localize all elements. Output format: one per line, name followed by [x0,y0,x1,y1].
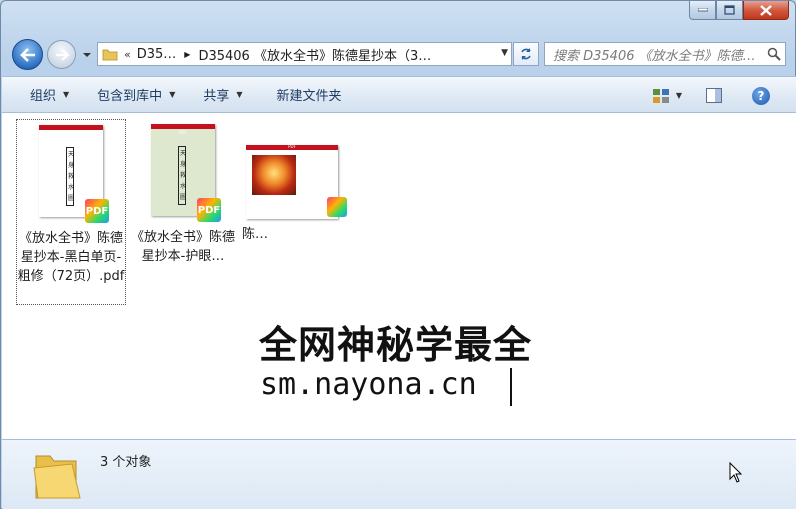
preview-pane-icon[interactable] [706,88,722,103]
folder-icon [102,49,118,61]
arrow-right-icon [55,48,69,61]
pdf-icon: PDF [85,199,109,223]
view-controls: ▼ ? [652,77,796,114]
pdf-thumbnail-label: PDF [67,131,75,136]
include-in-library-label: 包含到库中 [97,89,163,104]
details-pane: 3 个对象 [2,439,796,509]
file-name: 《放水全书》陈德星抄本-护眼… [130,230,235,264]
mouse-cursor-icon [729,462,743,483]
maximize-button[interactable] [716,1,743,20]
address-dropdown-icon[interactable]: ▼ [501,48,508,58]
breadcrumb-parent[interactable]: D35… [137,47,177,62]
refresh-button[interactable] [513,42,539,66]
share-label: 共享 [203,89,230,104]
file-list[interactable]: PDF 天 身 救 水 圖 PDF 《放水全书》陈德星抄本-黑白单页-粗修（72… [2,113,796,439]
new-folder-button[interactable]: 新建文件夹 [277,85,342,104]
chevron-down-icon: ▼ [63,90,70,99]
caption-buttons [689,1,789,20]
address-bar[interactable]: « D35… ▶ D35406 《放水全书》陈德星抄本（3… ▼ [97,42,512,66]
thumbnail-text: 天 身 救 水 圖 [178,146,186,205]
explorer-window: « D35… ▶ D35406 《放水全书》陈德星抄本（3… ▼ 搜索 D354… [0,0,796,509]
share-menu[interactable]: 共享 ▼ [203,85,242,104]
organize-label: 组织 [30,89,57,104]
file-name: 陈… [242,227,269,242]
view-dropdown-icon[interactable]: ▼ [676,91,682,100]
search-input[interactable]: 搜索 D35406 《放水全书》陈德… [544,42,786,66]
chevron-down-icon: ▼ [236,90,243,99]
arrow-left-icon [19,47,35,62]
close-button[interactable] [743,1,789,20]
watermark-title: 全网神秘学最全 [259,323,533,367]
cover-artwork [252,155,296,195]
recent-pages-button[interactable] [82,48,92,60]
item-count: 3 个对象 [100,455,152,470]
file-item[interactable]: PDF 天 身 救 水 圖 PDF 《放水全书》陈德星抄本-护眼… [128,119,238,269]
folder-icon [33,455,81,499]
watermark-url: sm.nayona.cn [260,367,477,402]
pdf-icon: PDF [197,198,221,222]
chevron-down-icon [83,53,91,57]
text-caret [510,368,512,406]
view-options-icon[interactable] [652,88,670,104]
navigation-row: « D35… ▶ D35406 《放水全书》陈德星抄本（3… ▼ 搜索 D354… [1,37,796,71]
organize-menu[interactable]: 组织 ▼ [30,85,69,104]
breadcrumb-overflow[interactable]: « [124,48,131,61]
pdf-thumbnail-label: PDF [179,130,187,135]
forward-button[interactable] [47,40,76,69]
refresh-icon [521,48,531,60]
command-bar: 组织 ▼ 包含到库中 ▼ 共享 ▼ 新建文件夹 ▼ ? [2,76,796,113]
pdf-thumbnail: PDF 天 身 救 水 圖 PDF [151,124,221,222]
file-item[interactable]: PDF 天 身 救 水 圖 PDF 《放水全书》陈德星抄本-黑白单页-粗修（72… [16,119,126,305]
breadcrumb-chevron-icon[interactable]: ▶ [184,50,190,59]
back-button[interactable] [12,39,43,70]
pdf-thumbnail: PDF [246,144,338,219]
new-folder-label: 新建文件夹 [276,89,342,104]
breadcrumb-current[interactable]: D35406 《放水全书》陈德星抄本（3… [198,45,431,64]
help-icon[interactable]: ? [752,86,770,105]
watermark-overlay: 全网神秘学最全 sm.nayona.cn [253,310,550,414]
search-icon [767,47,781,61]
file-name: 《放水全书》陈德星抄本-黑白单页-粗修（72页）.pdf [17,231,125,284]
chevron-down-icon: ▼ [169,90,176,99]
include-in-library-menu[interactable]: 包含到库中 ▼ [97,85,175,104]
pdf-thumbnail-label: PDF [288,144,296,149]
pdf-icon [327,197,347,217]
pdf-thumbnail: PDF 天 身 救 水 圖 PDF [39,125,109,223]
search-placeholder: 搜索 D35406 《放水全书》陈德… [553,48,756,64]
minimize-button[interactable] [689,1,716,20]
thumbnail-text: 天 身 救 水 圖 [66,147,74,206]
